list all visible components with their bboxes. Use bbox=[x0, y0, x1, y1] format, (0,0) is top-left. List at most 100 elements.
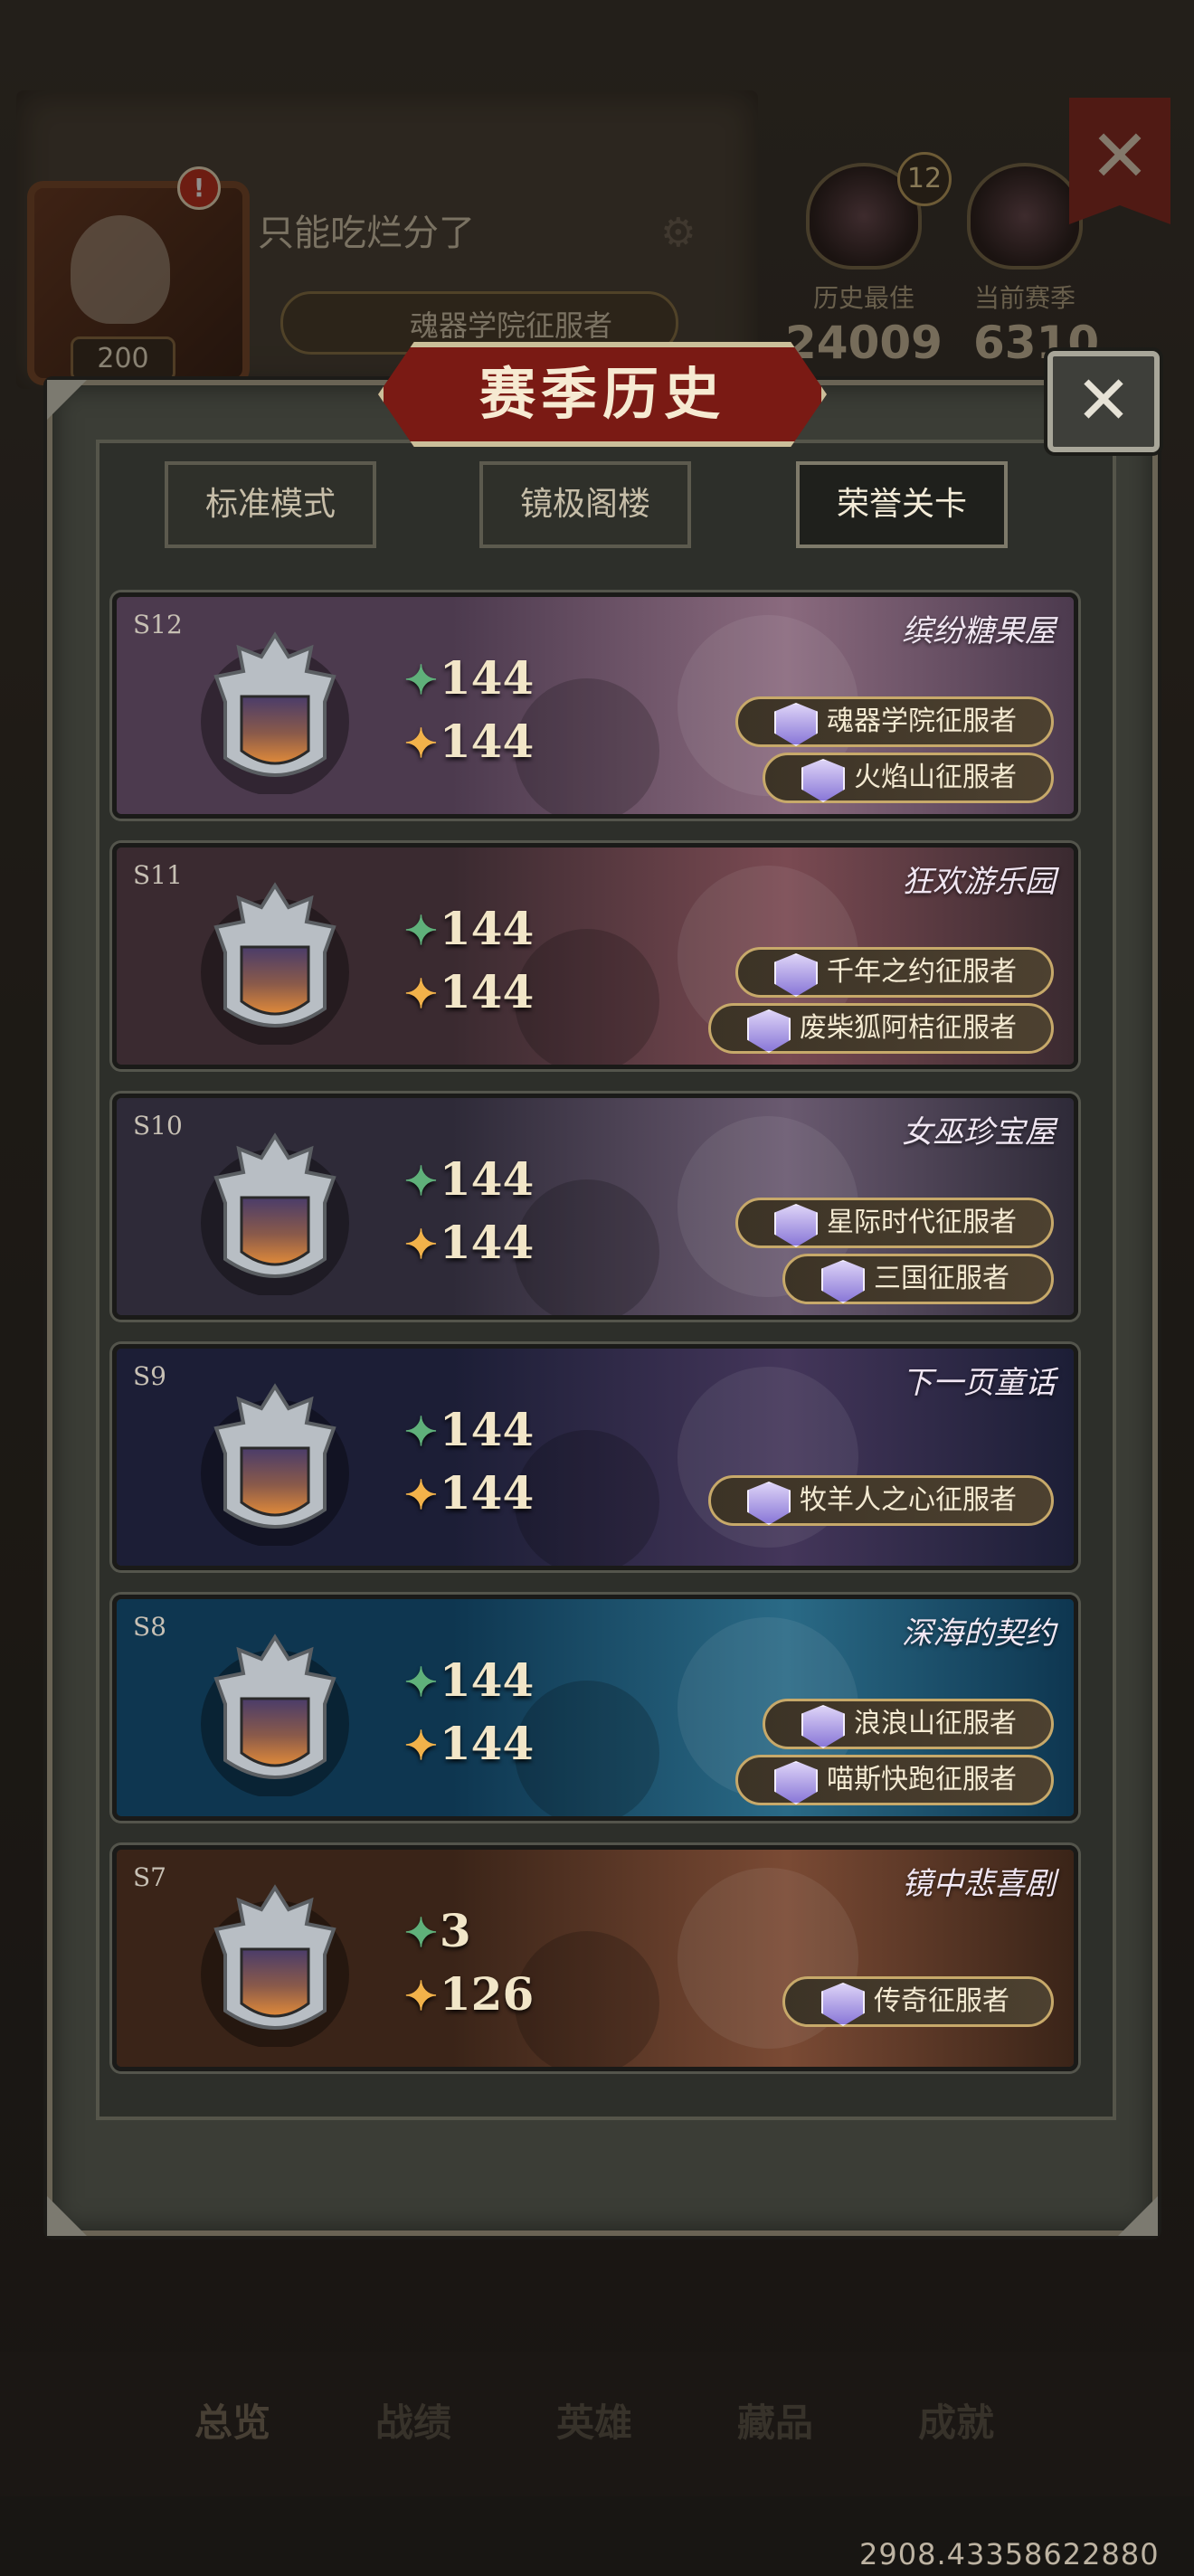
coordinate-readout: 2908.43358622880 bbox=[859, 2537, 1160, 2571]
modal-close-button[interactable]: ✕ bbox=[1047, 351, 1160, 452]
gold-stat-value: 144 bbox=[439, 715, 535, 768]
season-card[interactable]: S10 女巫珍宝屋 ✦144 ✦144 星际时代征服者 三国征服者 bbox=[112, 1094, 1078, 1320]
season-card[interactable]: S11 狂欢游乐园 ✦144 ✦144 千年之约征服者 废柴狐阿桔征服者 bbox=[112, 843, 1078, 1069]
conquest-label: 星际时代征服者 bbox=[827, 1207, 1017, 1238]
season-name: 下一页童话 bbox=[902, 1365, 1056, 1401]
conquest-badge: 喵斯快跑征服者 bbox=[735, 1755, 1054, 1805]
season-name: 狂欢游乐园 bbox=[902, 864, 1056, 900]
season-name: 镜中悲喜剧 bbox=[902, 1866, 1056, 1902]
rank-shield-icon bbox=[198, 1383, 352, 1548]
season-card[interactable]: S7 镜中悲喜剧 ✦3 ✦126 传奇征服者 bbox=[112, 1845, 1078, 2071]
conquest-badge: 千年之约征服者 bbox=[735, 947, 1054, 998]
tab-standard-mode[interactable]: 标准模式 bbox=[165, 461, 376, 548]
conquest-badge: 三国征服者 bbox=[782, 1254, 1054, 1304]
rank-shield-icon bbox=[198, 631, 352, 796]
conquest-crest-icon bbox=[774, 1761, 818, 1804]
green-stat: ✦144 bbox=[404, 1152, 534, 1206]
green-stat-value: 144 bbox=[439, 902, 535, 955]
green-star-gem-icon: ✦ bbox=[404, 1910, 438, 1956]
rank-shield-icon bbox=[198, 1132, 352, 1297]
artwork-shape bbox=[515, 678, 659, 814]
conquest-badge: 浪浪山征服者 bbox=[763, 1699, 1054, 1749]
frame-corner bbox=[1118, 2196, 1158, 2236]
gold-star-gem-icon: ✦ bbox=[404, 1723, 438, 1769]
tab-mirror-attic[interactable]: 镜极阁楼 bbox=[479, 461, 691, 548]
conquest-crest-icon bbox=[747, 1009, 791, 1053]
conquest-crest-icon bbox=[821, 1983, 865, 2026]
conquest-crest-icon bbox=[774, 1204, 818, 1247]
conquest-crest-icon bbox=[747, 1482, 791, 1525]
green-stat-value: 3 bbox=[439, 1904, 471, 1957]
conquest-label: 废柴狐阿桔征服者 bbox=[800, 1012, 1017, 1044]
conquest-badge: 星际时代征服者 bbox=[735, 1198, 1054, 1248]
season-card[interactable]: S9 下一页童话 ✦144 ✦144 牧羊人之心征服者 bbox=[112, 1344, 1078, 1570]
season-name: 缤纷糖果屋 bbox=[902, 613, 1056, 649]
frame-corner bbox=[47, 2196, 87, 2236]
season-name: 深海的契约 bbox=[902, 1615, 1056, 1652]
rank-shield-icon bbox=[198, 1884, 352, 2049]
gold-stat: ✦144 bbox=[404, 1717, 534, 1770]
green-stat: ✦144 bbox=[404, 902, 534, 955]
rank-shield-icon bbox=[198, 882, 352, 1046]
frame-corner bbox=[47, 380, 87, 420]
green-stat-value: 144 bbox=[439, 1152, 535, 1206]
gold-stat-value: 144 bbox=[439, 1717, 535, 1770]
conquest-badge: 传奇征服者 bbox=[782, 1976, 1054, 2027]
conquest-crest-icon bbox=[801, 759, 845, 802]
conquest-badge: 牧羊人之心征服者 bbox=[708, 1475, 1054, 1526]
gold-stat-value: 144 bbox=[439, 1216, 535, 1269]
conquest-label: 魂器学院征服者 bbox=[827, 706, 1017, 737]
conquest-crest-icon bbox=[774, 703, 818, 746]
season-card[interactable]: S8 深海的契约 ✦144 ✦144 浪浪山征服者 喵斯快跑征服者 bbox=[112, 1595, 1078, 1821]
conquest-crest-icon bbox=[821, 1260, 865, 1303]
green-stat-value: 144 bbox=[439, 1403, 535, 1456]
green-stat-value: 144 bbox=[439, 651, 535, 705]
season-id: S8 bbox=[133, 1612, 166, 1642]
conquest-label: 火焰山征服者 bbox=[854, 762, 1017, 793]
conquest-label: 传奇征服者 bbox=[874, 1985, 1009, 2017]
green-star-gem-icon: ✦ bbox=[404, 1409, 438, 1455]
artwork-shape bbox=[515, 929, 659, 1065]
green-star-gem-icon: ✦ bbox=[404, 1660, 438, 1706]
modal-title: 赛季历史 bbox=[378, 342, 827, 447]
gold-stat-value: 144 bbox=[439, 1466, 535, 1520]
green-star-gem-icon: ✦ bbox=[404, 908, 438, 954]
gold-star-gem-icon: ✦ bbox=[404, 1974, 438, 2020]
gold-star-gem-icon: ✦ bbox=[404, 971, 438, 1018]
season-id: S7 bbox=[133, 1862, 166, 1892]
gold-stat-value: 126 bbox=[439, 1967, 535, 2021]
green-stat-value: 144 bbox=[439, 1653, 535, 1707]
green-stat: ✦144 bbox=[404, 1403, 534, 1456]
season-name: 女巫珍宝屋 bbox=[902, 1114, 1056, 1151]
conquest-badge: 火焰山征服者 bbox=[763, 753, 1054, 803]
tab-honor-stage[interactable]: 荣誉关卡 bbox=[796, 461, 1008, 548]
season-id: S10 bbox=[133, 1111, 183, 1141]
season-id: S12 bbox=[133, 610, 183, 639]
gold-star-gem-icon: ✦ bbox=[404, 721, 438, 767]
season-card[interactable]: S12 缤纷糖果屋 ✦144 ✦144 魂器学院征服者 火焰山征服者 bbox=[112, 592, 1078, 819]
gold-stat: ✦144 bbox=[404, 715, 534, 768]
conquest-badge: 魂器学院征服者 bbox=[735, 696, 1054, 747]
gold-star-gem-icon: ✦ bbox=[404, 1473, 438, 1519]
gold-stat: ✦126 bbox=[404, 1967, 534, 2021]
conquest-label: 喵斯快跑征服者 bbox=[827, 1764, 1017, 1795]
artwork-shape bbox=[515, 1931, 659, 2067]
gold-stat-value: 144 bbox=[439, 965, 535, 1018]
conquest-badge: 废柴狐阿桔征服者 bbox=[708, 1003, 1054, 1054]
conquest-label: 三国征服者 bbox=[874, 1263, 1009, 1294]
conquest-label: 浪浪山征服者 bbox=[854, 1708, 1017, 1739]
conquest-crest-icon bbox=[774, 953, 818, 997]
artwork-shape bbox=[515, 1681, 659, 1816]
green-star-gem-icon: ✦ bbox=[404, 1159, 438, 1205]
gold-star-gem-icon: ✦ bbox=[404, 1222, 438, 1268]
green-stat: ✦3 bbox=[404, 1904, 471, 1957]
gold-stat: ✦144 bbox=[404, 1466, 534, 1520]
rank-shield-icon bbox=[198, 1634, 352, 1798]
season-id: S11 bbox=[133, 860, 183, 890]
season-id: S9 bbox=[133, 1361, 166, 1391]
green-stat: ✦144 bbox=[404, 651, 534, 705]
artwork-shape bbox=[515, 1430, 659, 1566]
conquest-label: 千年之约征服者 bbox=[827, 956, 1017, 988]
artwork-shape bbox=[515, 1179, 659, 1315]
gold-stat: ✦144 bbox=[404, 965, 534, 1018]
